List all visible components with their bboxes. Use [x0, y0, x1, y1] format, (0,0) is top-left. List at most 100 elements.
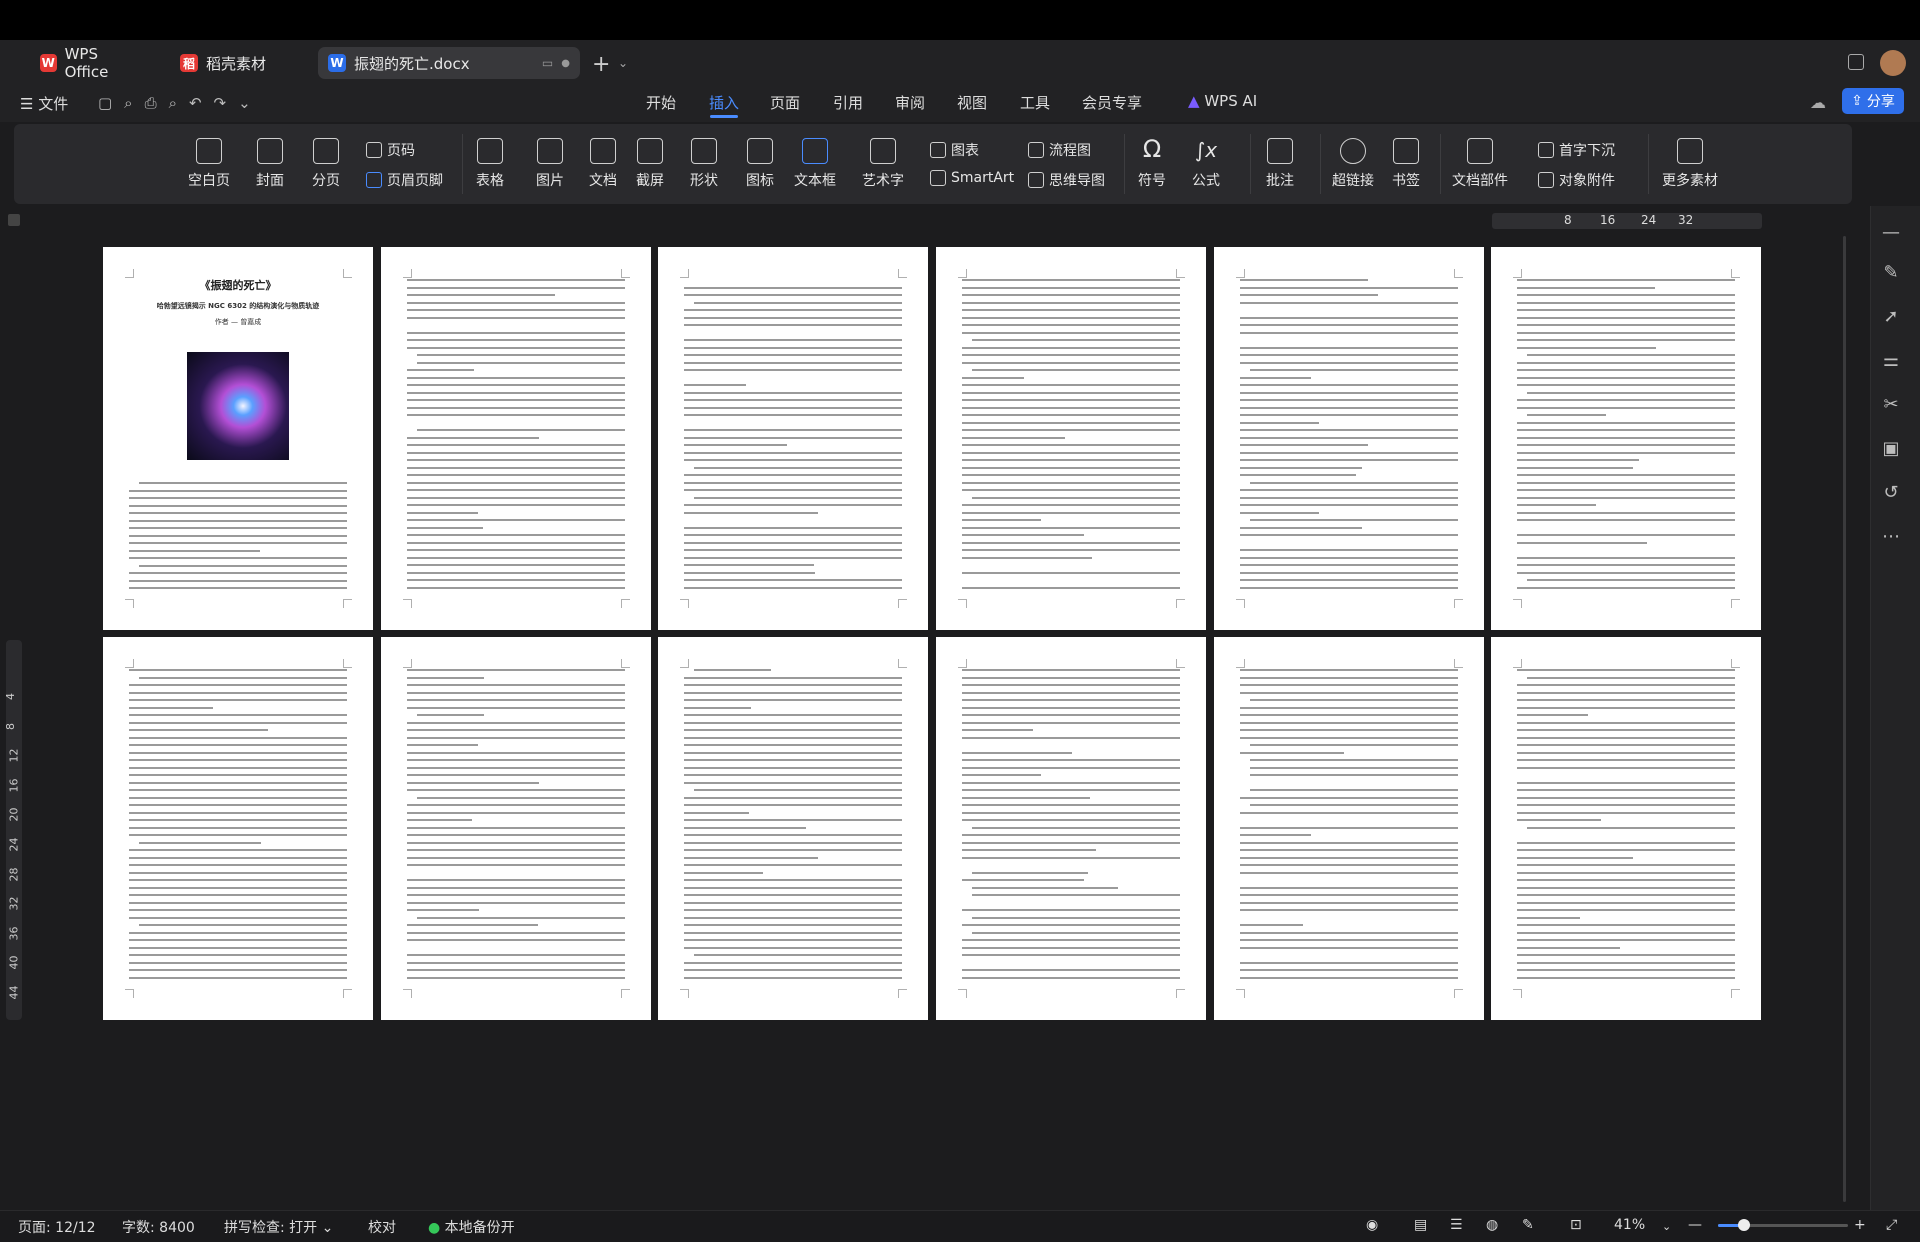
minimize-icon[interactable]: — [1880, 222, 1902, 244]
text-line [407, 541, 625, 544]
fullscreen-icon[interactable]: ⤢ [1886, 1217, 1897, 1233]
formula-button[interactable]: ∫x 公式 [1192, 138, 1220, 190]
vruler-tick: 28 [7, 867, 21, 882]
text-line [684, 549, 902, 551]
zoom-dropdown-icon[interactable]: ⌄ [1662, 1220, 1671, 1233]
wps-ai-button[interactable]: ▲ WPS AI [1188, 92, 1257, 110]
spell-check-toggle[interactable]: 拼写检查: 打开 ⌄ [224, 1217, 333, 1237]
screenshot-button[interactable]: 截屏 [636, 138, 664, 190]
picture-button[interactable]: 图片 [536, 138, 564, 190]
window-layout-icon[interactable] [1848, 54, 1864, 70]
zoom-level[interactable]: 41% [1614, 1217, 1645, 1233]
zoom-out-icon[interactable]: — [1688, 1217, 1702, 1233]
menu-item-member[interactable]: 会员专享 [1082, 92, 1142, 113]
document-page[interactable] [1214, 247, 1484, 630]
vertical-scrollbar[interactable] [1843, 236, 1846, 1202]
document-page[interactable] [1491, 247, 1761, 630]
menu-item-insert[interactable]: 插入 [709, 92, 739, 113]
hyperlink-button[interactable]: 超链接 [1332, 138, 1374, 190]
backup-status[interactable]: ● 本地备份开 [428, 1217, 515, 1237]
shape-button[interactable]: 形状 [690, 138, 718, 190]
flowchart-button[interactable]: 流程图 [1028, 140, 1091, 160]
chart-button[interactable]: 图表 [930, 140, 979, 160]
table-button[interactable]: 表格 [476, 138, 504, 190]
document-page[interactable] [658, 247, 928, 630]
web-view-icon[interactable]: ◍ [1486, 1217, 1498, 1233]
textbox-button[interactable]: 文本框 [794, 138, 836, 190]
blank-page-button[interactable]: 空白页 [188, 138, 230, 190]
cloud-upload-icon[interactable]: ☁ [1810, 93, 1826, 112]
page-indicator[interactable]: 页面: 12/12 [18, 1217, 96, 1237]
sliders-icon[interactable]: ⚌ [1880, 350, 1902, 372]
menu-item-view[interactable]: 视图 [957, 92, 987, 113]
image-edit-icon[interactable]: ▣ [1880, 438, 1902, 460]
file-menu[interactable]: ☰ 文件 [20, 93, 68, 114]
zoom-in-icon[interactable]: + [1854, 1217, 1866, 1233]
wordart-button[interactable]: 艺术字 [862, 138, 904, 190]
new-tab-icon[interactable]: + [592, 52, 610, 77]
crop-mark [1513, 989, 1522, 998]
mindmap-button[interactable]: 思维导图 [1028, 170, 1105, 190]
more-materials-button[interactable]: 更多素材 [1662, 138, 1718, 190]
edit-view-icon[interactable]: ✎ [1522, 1217, 1534, 1233]
document-page[interactable] [936, 637, 1206, 1020]
smartart-button[interactable]: SmartArt [930, 170, 1014, 186]
tab-wps-office[interactable]: W WPS Office [30, 45, 150, 81]
tools-icon[interactable]: ✂ [1880, 394, 1902, 416]
bookmark-button[interactable]: 书签 [1392, 138, 1420, 190]
eye-icon[interactable]: ◉ [1366, 1217, 1378, 1233]
ruler-tick: 24 [1641, 213, 1657, 227]
more-icon[interactable]: ⋯ [1880, 526, 1902, 548]
ruler-tick: 32 [1678, 213, 1694, 227]
ruler-toggle-icon[interactable] [8, 214, 20, 226]
section-button[interactable]: 分页 [312, 138, 340, 190]
document-page[interactable] [936, 247, 1206, 630]
document-page[interactable] [1491, 637, 1761, 1020]
tab-document[interactable]: W 振翅的死亡.docx ▭ ● [318, 47, 580, 79]
history-icon[interactable]: ↺ [1880, 482, 1902, 504]
menu-item-start[interactable]: 开始 [646, 92, 676, 113]
menu-item-tools[interactable]: 工具 [1020, 92, 1050, 113]
menu-item-review[interactable]: 审阅 [895, 92, 925, 113]
header-footer-button[interactable]: 页眉页脚 [366, 170, 443, 190]
text-line [684, 474, 902, 476]
cursor-icon[interactable]: ➚ [1880, 306, 1902, 328]
document-page[interactable] [381, 637, 651, 1020]
share-button[interactable]: ⇪ 分享 [1842, 88, 1904, 114]
document-page[interactable] [381, 247, 651, 630]
avatar[interactable] [1880, 50, 1906, 76]
document-page[interactable] [1214, 637, 1484, 1020]
comment-button[interactable]: 批注 [1266, 138, 1294, 190]
proofread-button[interactable]: 校对 [368, 1217, 396, 1237]
symbol-button[interactable]: Ω 符号 [1138, 137, 1166, 190]
document-page[interactable]: 《振翅的死亡》 哈勃望远镜揭示 NGC 6302 的结构演化与物质轨迹 作者 — 曾… [103, 247, 373, 630]
chevron-down-icon[interactable]: ⌄ [618, 56, 628, 70]
object-button[interactable]: 对象附件 [1538, 170, 1615, 190]
page-view-icon[interactable]: ▤ [1414, 1217, 1427, 1233]
document-page[interactable] [103, 637, 373, 1020]
document-button[interactable]: 文档 [589, 138, 617, 190]
close-tab-icon[interactable]: ● [561, 58, 570, 69]
dropcap-button[interactable]: 首字下沉 [1538, 140, 1615, 160]
doc-parts-button[interactable]: 文档部件 [1452, 138, 1508, 190]
text-line [407, 459, 625, 461]
cover-button[interactable]: 封面 [256, 138, 284, 190]
text-line [684, 511, 819, 514]
word-count[interactable]: 字数: 8400 [122, 1217, 195, 1237]
menu-item-page[interactable]: 页面 [770, 92, 800, 113]
zoom-slider-thumb[interactable] [1738, 1219, 1750, 1231]
cloud-icon[interactable]: ▭ [542, 56, 553, 70]
quick-access-toolbar[interactable]: ▢⌕⎙⌕↶↷⌄ [98, 94, 263, 112]
text-line [407, 744, 479, 746]
outline-view-icon[interactable]: ☰ [1450, 1217, 1463, 1233]
text-line [684, 564, 814, 566]
page-number-button[interactable]: 页码 [366, 140, 415, 160]
document-page[interactable] [658, 637, 928, 1020]
menu-item-reference[interactable]: 引用 [833, 92, 863, 113]
horizontal-ruler[interactable] [1492, 213, 1762, 229]
pen-icon[interactable]: ✎ [1880, 262, 1902, 284]
tab-daoke[interactable]: 稻 稻壳素材 [170, 47, 310, 79]
icon-button[interactable]: 图标 [746, 138, 774, 190]
text-line [684, 541, 902, 544]
fit-page-icon[interactable]: ⊡ [1570, 1217, 1582, 1233]
